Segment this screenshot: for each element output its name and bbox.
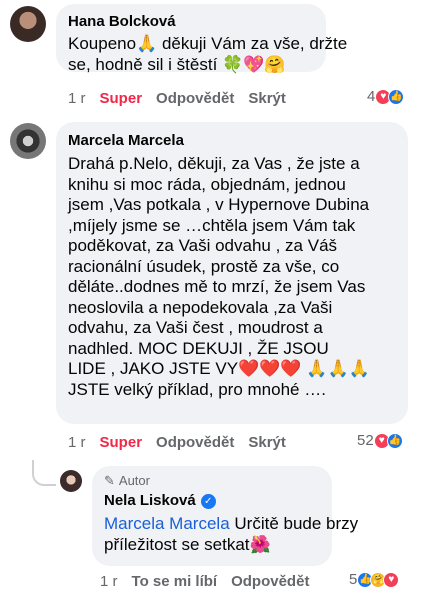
comment-bubble-marcela: Marcela Marcela Drahá p.Nelo, děkuji, za… — [56, 122, 408, 424]
avatar-marcela[interactable] — [10, 123, 46, 159]
reaction-summary[interactable]: 4 ♥ 👍 — [367, 88, 405, 105]
reaction-summary[interactable]: 52 ♥ 👍 — [357, 432, 403, 449]
comment-text-line: neoslovila a nepodekovala ,za Vaši — [68, 297, 333, 317]
reply-text-line: Marcela Marcela Určitě bude brzy — [104, 514, 358, 535]
reply-bubble-nela: ✎ Autor Nela Lisková ✓ Marcela Marcela U… — [92, 466, 358, 566]
like-button[interactable]: To se mi líbí — [132, 573, 218, 590]
like-reaction-icon: 👍 — [388, 88, 405, 105]
comment-author[interactable]: Marcela Marcela — [68, 131, 396, 151]
reply-actions: 1 r To se mi líbí Odpovědět — [100, 573, 323, 590]
reaction-summary[interactable]: 5 👍 🤗 ♥ — [349, 571, 400, 588]
comment-text-line: racionální úsudek, prostě za vše, co — [68, 256, 340, 276]
author-badge: ✎ Autor — [104, 473, 320, 489]
verified-badge-icon: ✓ — [200, 493, 216, 509]
comment-text-line: knihu si moc ráda, objednám, jednou — [68, 174, 346, 194]
comment-actions: 1 r Super Odpovědět Skrýt — [68, 90, 300, 107]
comment-text-line: se, hodně sil i štěstí 🍀💖🤗 — [68, 54, 286, 74]
reply-time[interactable]: 1 r — [100, 573, 118, 590]
reply-author[interactable]: Nela Lisková — [104, 491, 196, 511]
avatar-nela[interactable] — [60, 470, 82, 492]
comment-text-line: JSTE velký příklad, pro mnohé …. — [68, 379, 326, 399]
reaction-count: 52 — [357, 432, 374, 449]
comment-time[interactable]: 1 r — [68, 434, 86, 451]
avatar-hana[interactable] — [10, 6, 46, 42]
reaction-count: 4 — [367, 88, 376, 105]
comment-text-line: jsem ,Vas potkala , v Hypernove Dubina — [68, 195, 370, 214]
comment-time[interactable]: 1 r — [68, 90, 86, 107]
reply-button[interactable]: Odpovědět — [231, 573, 309, 590]
reply-button[interactable]: Odpovědět — [156, 90, 234, 107]
pen-icon: ✎ — [104, 473, 115, 488]
comment-text-line: Koupeno🙏 děkuji Vám za vše, držte — [68, 34, 348, 53]
comment-text-line: nadhled. MOC DEKUJI , ŽE JSOU — [68, 338, 329, 358]
comment-text-line: ,míjely jsme se …chtěla jsem Vám tak — [68, 215, 356, 235]
comment-author[interactable]: Hana Bolcková — [68, 12, 314, 32]
hide-button[interactable]: Skrýt — [248, 90, 286, 107]
love-reaction-icon: ♥ — [383, 571, 400, 588]
mention-link[interactable]: Marcela Marcela — [104, 514, 230, 533]
reaction-count: 5 — [349, 571, 358, 588]
comment-text-line: Drahá p.Nelo, děkuji, za Vas , že jste a — [68, 154, 360, 173]
super-reaction-button[interactable]: Super — [100, 90, 143, 107]
comment-actions: 1 r Super Odpovědět Skrýt — [68, 434, 300, 451]
like-reaction-icon: 👍 — [386, 432, 403, 449]
author-badge-label: Autor — [118, 473, 150, 488]
super-reaction-button[interactable]: Super — [100, 434, 143, 451]
reply-text: Určitě bude brzy — [229, 514, 359, 533]
reply-text-line: příležitost se setkat🌺 — [104, 534, 271, 554]
comment-text-line: poděkovat, za Vaši odvahu , za Váš — [68, 236, 338, 255]
comment-text: Drahá p.Nelo, děkuji, za Vas , že jste a… — [68, 154, 396, 400]
comment-text-line: LIDE , JAKO JSTE VY❤️❤️❤️ 🙏🙏🙏 — [68, 359, 370, 378]
reply-thread-line — [32, 460, 56, 486]
comment-text-line: odvahu, za Vaši čest , moudrost a — [68, 318, 323, 337]
reply-button[interactable]: Odpovědět — [156, 434, 234, 451]
comment-bubble-hana: Hana Bolcková Koupeno🙏 děkuji Vám za vše… — [56, 4, 348, 74]
comment-text-line: děláte..dodnes mě to mrzí, že jsem Vas — [68, 277, 366, 296]
hide-button[interactable]: Skrýt — [248, 434, 286, 451]
